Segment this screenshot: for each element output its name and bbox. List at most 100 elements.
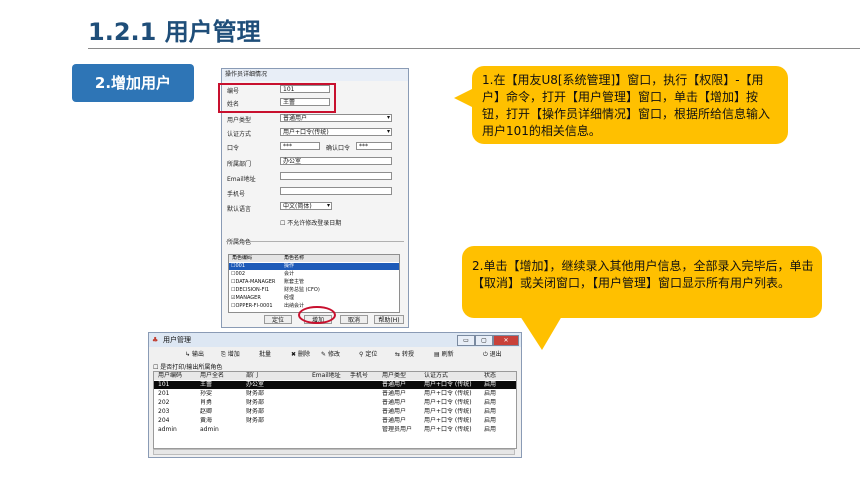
- table-row[interactable]: 201 孙雯 财务部 普通用户 用户+口令 (传统) 启用: [154, 390, 516, 398]
- auth-method-label: 认证方式: [227, 131, 252, 138]
- table-cell: 启用: [484, 399, 497, 406]
- email-field[interactable]: [280, 172, 392, 180]
- table-cell: 财务部: [246, 408, 265, 415]
- table-cell: 管理员用户: [382, 426, 413, 433]
- toolbar-button[interactable]: ⚲ 定位: [359, 349, 377, 361]
- table-cell: 赵卿: [200, 408, 213, 415]
- callout-step1: 1.在【用友U8[系统管理]】窗口，执行【权限】-【用户】命令，打开【用户管理】…: [472, 66, 788, 144]
- table-cell: 用户+口令 (传统): [424, 417, 472, 424]
- help-button[interactable]: 帮助(H): [374, 315, 404, 324]
- maximize-button[interactable]: ▢: [475, 335, 493, 346]
- table-cell: 202: [158, 399, 170, 406]
- print-roles-checkbox[interactable]: ☐ 是否打印/输出所属角色: [153, 362, 222, 371]
- table-row[interactable]: admin admin 管理员用户 用户+口令 (传统) 启用: [154, 426, 516, 434]
- table-cell: 办公室: [246, 381, 265, 388]
- toolbar-label: 输出: [191, 351, 204, 358]
- table-cell: 用户+口令 (传统): [424, 399, 472, 406]
- role-name: 财务总监 (CFO): [284, 287, 320, 293]
- confirm-password-field[interactable]: ***: [356, 142, 392, 150]
- password-label: 口令: [227, 145, 240, 152]
- table-cell: 肖勇: [200, 399, 213, 406]
- callout1-pointer: [454, 88, 474, 108]
- close-button[interactable]: ✕: [493, 335, 519, 346]
- table-cell: 财务部: [246, 417, 265, 424]
- role-code: ☐002: [231, 271, 246, 277]
- role-row[interactable]: ☐DECISION-FI1 财务总监 (CFO): [229, 287, 399, 294]
- no-modify-login-date-checkbox[interactable]: ☐ 不允许修改登录日期: [280, 218, 341, 227]
- table-cell: 用户+口令 (传统): [424, 381, 472, 388]
- column-header: 用户类型: [382, 372, 407, 379]
- table-row[interactable]: 202 肖勇 财务部 普通用户 用户+口令 (传统) 启用: [154, 399, 516, 407]
- phone-field[interactable]: [280, 187, 392, 195]
- transfer-icon: ⇆: [395, 351, 402, 358]
- toolbar-label: 转授: [401, 351, 414, 358]
- user-type-label: 用户类型: [227, 117, 252, 124]
- table-cell: 204: [158, 417, 170, 424]
- toolbar-button[interactable]: 批量: [259, 349, 271, 361]
- toolbar-label: 增加: [227, 351, 240, 358]
- role-code-header: 角色编码: [232, 255, 253, 261]
- toolbar-button[interactable]: ✖ 删除: [291, 349, 310, 361]
- roles-divider: [226, 241, 404, 242]
- toolbar-button[interactable]: ✎ 修改: [321, 349, 340, 361]
- toolbar-button[interactable]: ↳ 输出: [185, 349, 204, 361]
- toolbar-button[interactable]: ⏻ 退出: [483, 349, 502, 361]
- table-cell: 王蕾: [200, 381, 213, 388]
- table-cell: 普通用户: [382, 417, 407, 424]
- table-cell: 启用: [484, 417, 497, 424]
- role-name: 经理: [284, 295, 295, 301]
- table-cell: 用户+口令 (传统): [424, 426, 472, 433]
- table-cell: admin: [200, 426, 219, 433]
- column-header: 用户编码: [158, 372, 183, 379]
- role-row[interactable]: ☐001 操作: [229, 263, 399, 270]
- language-select[interactable]: 中文(简体): [280, 202, 332, 210]
- add-icon: ⎘: [221, 351, 228, 358]
- phone-label: 手机号: [227, 191, 246, 198]
- role-name: 会计: [284, 271, 295, 277]
- department-field[interactable]: 办公室: [280, 157, 392, 165]
- user-list-grid: 用户编码 用户全名 部门 Email地址 手机号 用户类型 认证方式 状态 101 王蕾 办公室 普通…: [153, 371, 517, 449]
- table-row[interactable]: 101 王蕾 办公室 普通用户 用户+口令 (传统) 启用: [154, 381, 516, 389]
- role-row[interactable]: ☐002 会计: [229, 271, 399, 278]
- table-cell: 用户+口令 (传统): [424, 408, 472, 415]
- user-management-window: ♣ 用户管理 ▭ ▢ ✕ ↳ 输出 ⎘ 增加 批量 ✖ 删除 ✎ 修改 ⚲ 定位 ⇆ 转授 ▤…: [148, 332, 522, 458]
- title-divider: [88, 48, 860, 49]
- callout-step2-text: 2.单击【增加】，继续录入其他用户信息，全部录入完毕后，单击【取消】或关闭窗口，…: [472, 259, 814, 290]
- table-row[interactable]: 203 赵卿 财务部 普通用户 用户+口令 (传统) 启用: [154, 408, 516, 416]
- column-header: Email地址: [312, 372, 341, 379]
- horizontal-scrollbar[interactable]: [153, 449, 515, 455]
- table-cell: 黄海: [200, 417, 213, 424]
- role-row[interactable]: ☑MANAGER 经理: [229, 295, 399, 302]
- callout-step1-text: 1.在【用友U8[系统管理]】窗口，执行【权限】-【用户】命令，打开【用户管理】…: [482, 73, 771, 138]
- section-tag: 2.增加用户: [72, 64, 194, 102]
- toolbar-label: 退出: [489, 351, 502, 358]
- table-cell: admin: [158, 426, 177, 433]
- toolbar-button[interactable]: ⇆ 转授: [395, 349, 414, 361]
- password-field[interactable]: ***: [280, 142, 320, 150]
- table-cell: 普通用户: [382, 408, 407, 415]
- table-cell: 101: [158, 381, 170, 388]
- minimize-button[interactable]: ▭: [457, 335, 475, 346]
- refresh-icon: ▤: [434, 351, 442, 358]
- user-type-select[interactable]: 普通用户: [280, 114, 392, 122]
- add-button-highlight: [298, 306, 336, 324]
- dialog-title: 操作员详细情况: [222, 69, 408, 81]
- delete-icon: ✖: [291, 351, 298, 358]
- table-cell: 财务部: [246, 399, 265, 406]
- toolbar-label: 刷新: [441, 351, 454, 358]
- page-title: 1.2.1 用户管理: [88, 18, 261, 46]
- toolbar-button[interactable]: ▤ 刷新: [434, 349, 454, 361]
- table-cell: 普通用户: [382, 381, 407, 388]
- email-label: Email地址: [227, 176, 256, 183]
- table-row[interactable]: 204 黄海 财务部 普通用户 用户+口令 (传统) 启用: [154, 417, 516, 425]
- cancel-button[interactable]: 取消: [340, 315, 368, 324]
- locate-button[interactable]: 定位: [264, 315, 292, 324]
- column-header: 状态: [484, 372, 497, 379]
- role-row[interactable]: ☐DATA-MANAGER 账套主管: [229, 279, 399, 286]
- table-cell: 用户+口令 (传统): [424, 390, 472, 397]
- auth-method-select[interactable]: 用户+口令(传统): [280, 128, 392, 136]
- role-name-header: 角色名称: [284, 255, 305, 261]
- toolbar-button[interactable]: ⎘ 增加: [221, 349, 240, 361]
- toolbar-label: 修改: [327, 351, 340, 358]
- role-code: ☐DECISION-FI1: [231, 287, 270, 293]
